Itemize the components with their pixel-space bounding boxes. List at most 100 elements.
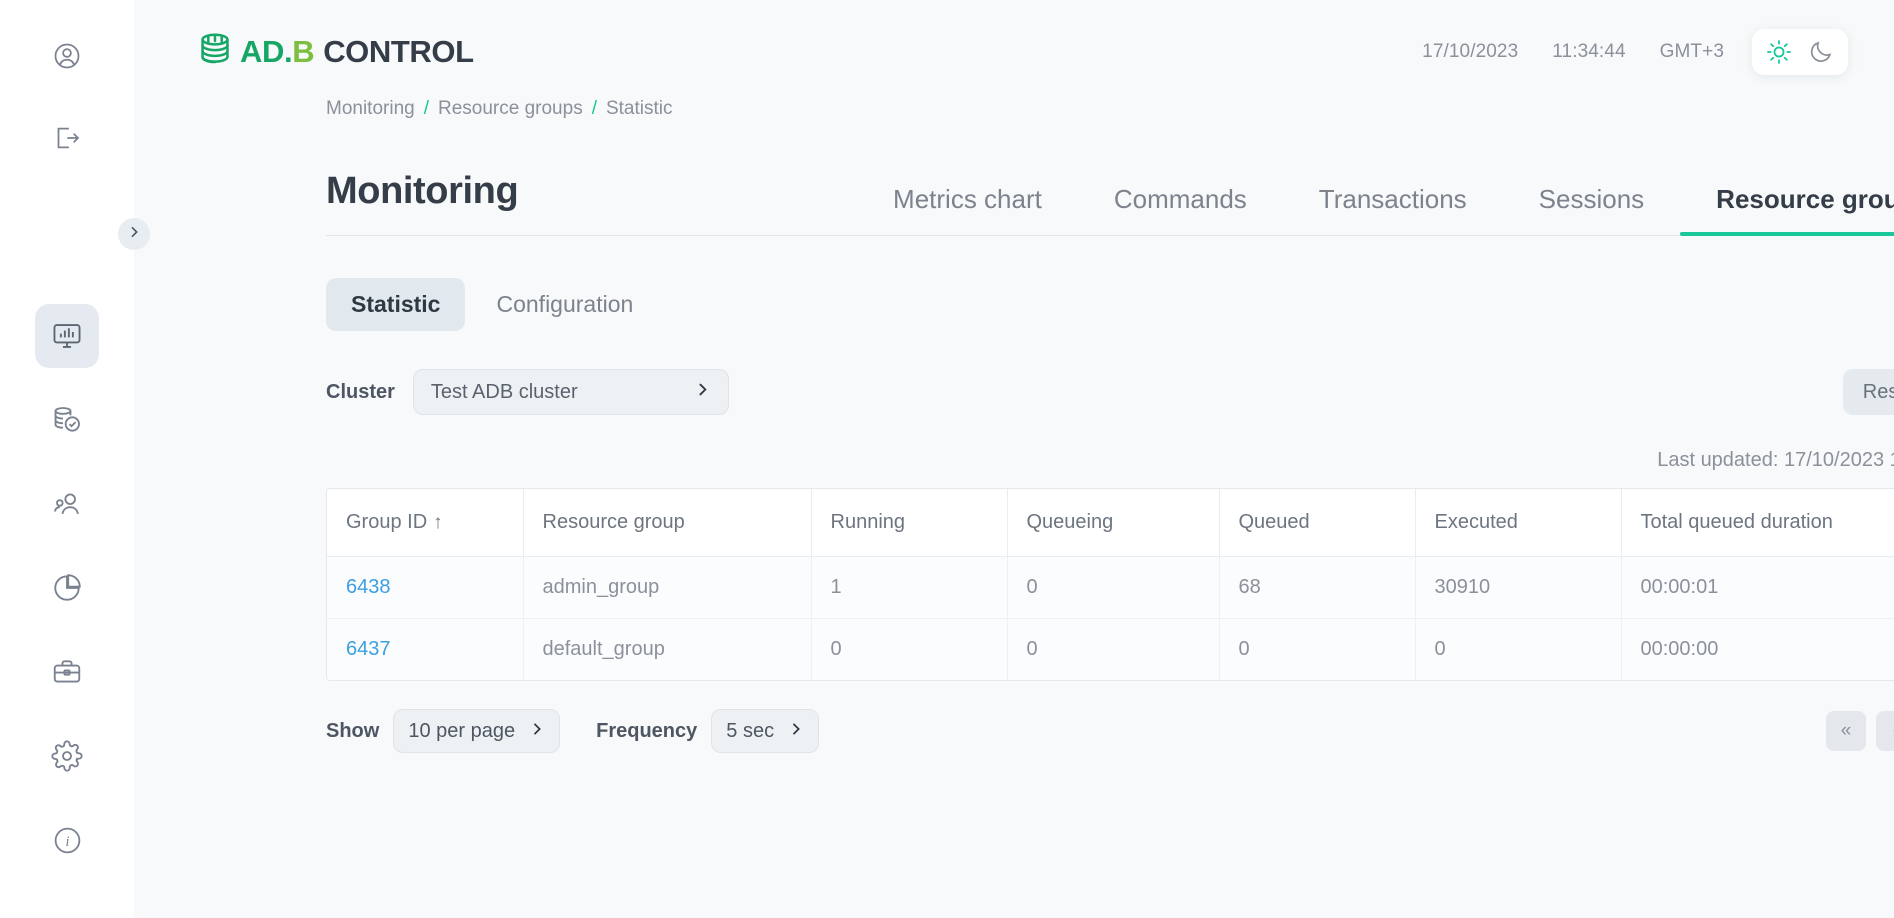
show-label: Show — [326, 720, 379, 743]
breadcrumb-item-1[interactable]: Resource groups — [438, 98, 583, 120]
breadcrumb-item-0[interactable]: Monitoring — [326, 98, 415, 120]
tab-sessions[interactable]: Sessions — [1503, 184, 1681, 235]
cluster-select[interactable]: Test ADB cluster — [413, 369, 729, 415]
subtab-statistic[interactable]: Statistic — [326, 278, 465, 331]
pie-chart-icon — [51, 572, 83, 604]
cluster-label: Cluster — [326, 381, 395, 404]
reset-button[interactable]: Reset — [1843, 369, 1894, 415]
sidebar-item-databases[interactable] — [35, 388, 99, 452]
cell-resource-group: default_group — [523, 619, 811, 681]
users-icon — [51, 488, 83, 520]
cell-total-queued-duration: 00:00:01 — [1621, 557, 1894, 619]
cell-group-id: 6438 — [327, 557, 523, 619]
sidebar-item-profile[interactable] — [35, 24, 99, 88]
frequency-label: Frequency — [596, 720, 697, 743]
column-header-queued[interactable]: Queued — [1219, 489, 1415, 557]
column-header-executed[interactable]: Executed — [1415, 489, 1621, 557]
column-header-running[interactable]: Running — [811, 489, 1007, 557]
database-stack-icon — [192, 29, 238, 75]
main-content: AD.BCONTROL 17/10/2023 11:34:44 GMT+3 — [134, 0, 1894, 918]
column-header-queueing[interactable]: Queueing — [1007, 489, 1219, 557]
resource-groups-table: Group ID ↑ Resource group Running Queuein… — [326, 488, 1894, 681]
sidebar-item-logout[interactable] — [35, 106, 99, 170]
cell-group-id: 6437 — [327, 619, 523, 681]
column-header-group-id-label: Group ID — [346, 511, 427, 533]
header-time: 11:34:44 — [1552, 41, 1625, 63]
header-right: 17/10/2023 11:34:44 GMT+3 — [1422, 29, 1848, 75]
reset-button-label: Reset — [1863, 381, 1894, 404]
tab-resource-groups[interactable]: Resource groups — [1680, 184, 1894, 235]
briefcase-icon — [51, 656, 83, 688]
breadcrumb-item-2[interactable]: Statistic — [606, 98, 673, 120]
breadcrumb-separator: / — [424, 98, 429, 120]
subtab-configuration[interactable]: Configuration — [471, 278, 658, 331]
sidebar-item-workload[interactable] — [35, 640, 99, 704]
svg-text:i: i — [65, 834, 69, 850]
cell-running: 1 — [811, 557, 1007, 619]
group-id-link[interactable]: 6438 — [346, 576, 391, 598]
logo-text-control: CONTROL — [323, 34, 473, 70]
cluster-select-value: Test ADB cluster — [431, 381, 578, 404]
first-page-button[interactable]: « — [1826, 711, 1866, 751]
table-header-row: Group ID ↑ Resource group Running Queuein… — [327, 489, 1894, 557]
app-header: AD.BCONTROL 17/10/2023 11:34:44 GMT+3 — [134, 0, 1894, 104]
header-date: 17/10/2023 — [1422, 41, 1518, 63]
logout-icon — [52, 123, 82, 153]
frequency-value: 5 sec — [726, 720, 774, 743]
column-header-total-queued-duration[interactable]: Total queued duration — [1621, 489, 1894, 557]
logo-text-b: B — [292, 34, 314, 70]
sidebar-item-reports[interactable] — [35, 556, 99, 620]
sidebar-item-users[interactable] — [35, 472, 99, 536]
user-circle-icon — [52, 41, 82, 71]
pagination: « ‹ › — [1826, 711, 1894, 751]
cell-resource-group: admin_group — [523, 557, 811, 619]
cell-queueing: 0 — [1007, 619, 1219, 681]
cell-running: 0 — [811, 619, 1007, 681]
database-check-icon — [51, 404, 83, 436]
cell-queued: 68 — [1219, 557, 1415, 619]
sidebar-expand-button[interactable] — [118, 218, 150, 250]
sidebar: i — [0, 0, 134, 918]
chevron-right-icon — [694, 380, 711, 404]
app-logo[interactable]: AD.BCONTROL — [192, 29, 474, 75]
group-id-link[interactable]: 6437 — [346, 638, 391, 660]
theme-toggle — [1752, 29, 1848, 75]
chevron-right-icon — [529, 720, 545, 743]
monitor-chart-icon — [51, 320, 83, 352]
breadcrumb: Monitoring / Resource groups / Statistic — [134, 98, 1894, 120]
sidebar-item-monitoring[interactable] — [35, 304, 99, 368]
page-size-select[interactable]: 10 per page — [393, 709, 560, 753]
subtab-bar: Statistic Configuration — [326, 278, 1894, 331]
tab-metrics-chart[interactable]: Metrics chart — [857, 184, 1078, 235]
tab-commands[interactable]: Commands — [1078, 184, 1283, 235]
tab-transactions[interactable]: Transactions — [1283, 184, 1503, 235]
chevron-right-icon — [126, 224, 142, 245]
sidebar-item-info[interactable]: i — [35, 808, 99, 872]
header-timezone: GMT+3 — [1660, 41, 1724, 63]
last-updated-text: Last updated: 17/10/2023 11:34:00 — [326, 449, 1894, 472]
page-title: Monitoring — [326, 170, 518, 235]
sun-icon[interactable] — [1766, 39, 1792, 65]
info-circle-icon: i — [52, 825, 83, 856]
tab-bar: Metrics chart Commands Transactions Sess… — [857, 184, 1894, 235]
sidebar-item-settings[interactable] — [35, 724, 99, 788]
cell-queued: 0 — [1219, 619, 1415, 681]
gear-icon — [51, 740, 83, 772]
filter-row: Cluster Test ADB cluster Reset — [326, 369, 1894, 415]
table-footer: Show 10 per page Frequency 5 sec « ‹ › — [326, 709, 1894, 753]
breadcrumb-separator: / — [592, 98, 597, 120]
page-size-value: 10 per page — [408, 720, 515, 743]
table-row: 6438 admin_group 1 0 68 30910 00:00:01 — [327, 557, 1894, 619]
column-header-group-id[interactable]: Group ID ↑ — [327, 489, 523, 557]
cell-executed: 0 — [1415, 619, 1621, 681]
moon-icon[interactable] — [1808, 39, 1834, 65]
sort-ascending-icon: ↑ — [433, 512, 443, 533]
cell-queueing: 0 — [1007, 557, 1219, 619]
column-header-resource-group[interactable]: Resource group — [523, 489, 811, 557]
table-row: 6437 default_group 0 0 0 0 00:00:00 — [327, 619, 1894, 681]
prev-page-button[interactable]: ‹ — [1876, 711, 1894, 751]
frequency-select[interactable]: 5 sec — [711, 709, 819, 753]
page-header-tabs: Monitoring Metrics chart Commands Transa… — [326, 170, 1894, 236]
cell-executed: 30910 — [1415, 557, 1621, 619]
logo-text-adb: AD. — [240, 34, 292, 70]
